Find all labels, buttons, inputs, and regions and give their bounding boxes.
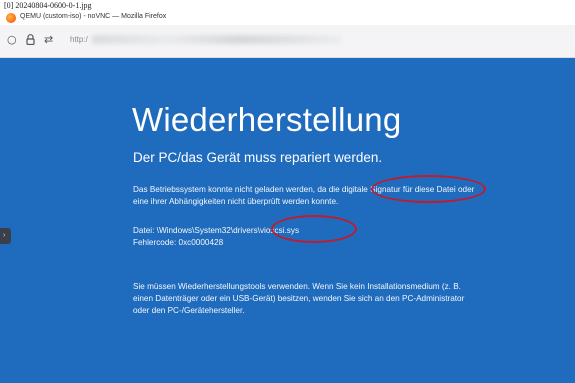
back-icon[interactable]: ○ — [7, 34, 17, 46]
error-code: Fehlercode: 0xc0000428 — [133, 238, 224, 247]
browser-titlebar: QEMU (custom-iso) - noVNC — Mozilla Fire… — [0, 11, 575, 25]
recovery-heading: Wiederherstellung — [132, 101, 402, 138]
annotation-circle-driver — [271, 215, 357, 243]
annotation-circle-signature — [371, 175, 486, 203]
sidebar-toggle-icon[interactable]: › — [0, 228, 11, 244]
instruction-line: einen Datenträger oder ein USB-Gerät) be… — [133, 294, 465, 303]
instruction-line: oder den PC-/Gerätehersteller. — [133, 306, 245, 315]
window-title: QEMU (custom-iso) - noVNC — Mozilla Fire… — [20, 13, 167, 20]
browser-navbar: ○ ⇄ http:/ — [0, 25, 575, 58]
error-text-line: eine ihrer Abhängigkeiten nicht überprüf… — [133, 197, 339, 206]
url-redacted — [92, 35, 342, 44]
permissions-icon[interactable]: ⇄ — [44, 34, 53, 46]
recovery-subheading: Der PC/das Gerät muss repariert werden. — [133, 150, 383, 165]
lock-icon[interactable] — [26, 34, 35, 48]
instruction-line: Sie müssen Wiederherstellungstools verwe… — [133, 282, 461, 291]
url-input[interactable]: http:/ — [70, 35, 88, 44]
firefox-logo-icon — [6, 13, 16, 23]
image-caption: [0] 20240804-0600-0-1.jpg — [4, 1, 92, 10]
